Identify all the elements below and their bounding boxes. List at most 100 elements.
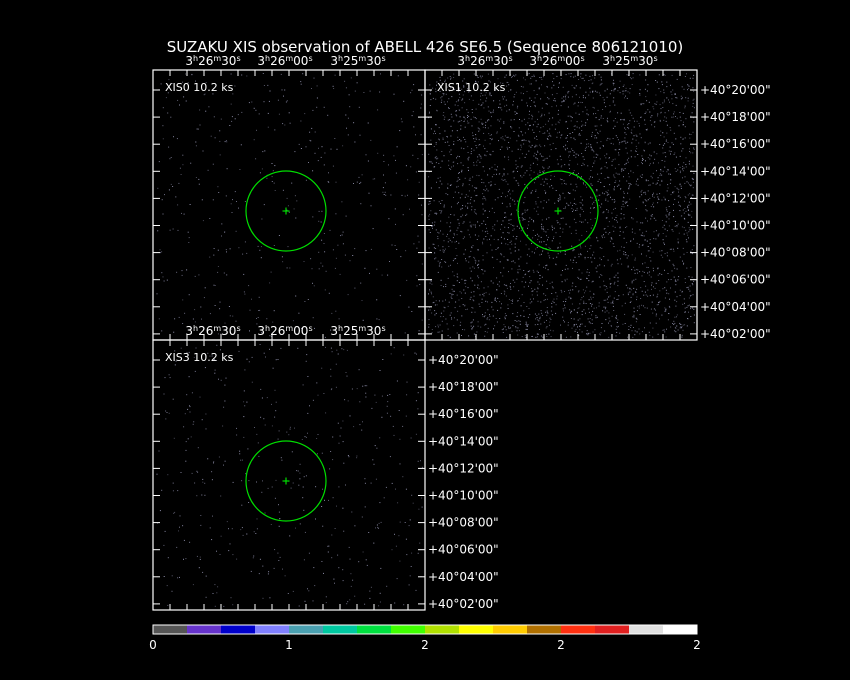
photon-dot: [461, 171, 463, 173]
photon-dot: [274, 497, 276, 499]
photon-dot: [442, 300, 444, 302]
photon-dot: [693, 107, 695, 109]
photon-dot: [441, 259, 443, 260]
photon-dot: [649, 120, 651, 122]
photon-dot: [402, 425, 404, 427]
photon-dot: [470, 250, 472, 252]
photon-dot: [482, 273, 484, 275]
photon-dot: [661, 250, 663, 252]
photon-dot: [240, 529, 242, 531]
photon-dot: [578, 307, 580, 309]
photon-dot: [513, 119, 515, 121]
photon-dot: [163, 393, 165, 395]
photon-dot: [679, 184, 681, 186]
photon-dot: [590, 227, 592, 229]
photon-dot: [580, 101, 582, 103]
photon-dot: [693, 147, 695, 149]
photon-dot: [633, 279, 635, 281]
photon-dot: [399, 560, 401, 562]
photon-dot: [687, 234, 689, 236]
photon-dot: [616, 185, 618, 187]
photon-dot: [606, 194, 608, 196]
photon-dot: [267, 126, 269, 128]
photon-dot: [518, 249, 520, 251]
photon-dot: [249, 330, 250, 332]
photon-dot: [533, 155, 535, 157]
photon-dot: [493, 109, 494, 111]
photon-dot: [302, 486, 304, 488]
photon-dot: [688, 304, 690, 306]
photon-dot: [393, 347, 395, 349]
photon-dot: [431, 283, 433, 285]
photon-dot: [244, 293, 246, 295]
photon-dot: [662, 152, 664, 154]
photon-dot: [531, 335, 533, 337]
photon-dot: [398, 535, 400, 537]
photon-dot: [570, 336, 572, 338]
photon-dot: [439, 76, 441, 78]
photon-dot: [682, 260, 683, 262]
photon-dot: [550, 175, 552, 177]
photon-dot: [615, 219, 617, 221]
photon-dot: [528, 248, 530, 250]
photon-dot: [629, 77, 631, 79]
photon-dot: [597, 265, 599, 267]
photon-dot: [617, 272, 619, 274]
photon-dot: [575, 286, 577, 288]
photon-dot: [613, 230, 615, 232]
photon-dot: [428, 326, 430, 328]
photon-dot: [360, 203, 362, 205]
colorbar-label: 0: [149, 638, 157, 652]
photon-dot: [509, 328, 511, 329]
photon-dot: [636, 269, 638, 271]
photon-dot: [524, 172, 526, 174]
photon-dot: [612, 243, 614, 245]
photon-dot: [579, 329, 581, 331]
photon-dot: [244, 405, 246, 407]
photon-dot: [411, 89, 413, 91]
photon-dot: [536, 246, 538, 248]
photon-dot: [452, 294, 454, 295]
photon-dot: [478, 235, 480, 237]
photon-dot: [486, 331, 488, 333]
photon-dot: [487, 286, 489, 288]
photon-dot: [175, 196, 177, 198]
photon-dot: [505, 74, 507, 76]
photon-dot: [687, 318, 689, 320]
photon-dot: [430, 291, 432, 293]
photon-dot: [379, 502, 381, 504]
colorbar-segment: [663, 625, 698, 634]
photon-dot: [679, 172, 681, 174]
photon-dot: [559, 242, 561, 244]
photon-dot: [668, 150, 670, 152]
photon-dot: [194, 275, 196, 277]
photon-dot: [411, 311, 413, 312]
photon-dot: [546, 310, 548, 312]
photon-dot: [565, 94, 567, 96]
photon-dot: [493, 100, 495, 102]
photon-dot: [520, 166, 522, 168]
photon-dot: [294, 195, 296, 197]
photon-dot: [658, 233, 660, 235]
photon-dot: [230, 203, 232, 205]
photon-dot: [636, 288, 638, 290]
photon-dot: [447, 187, 449, 189]
photon-dot: [485, 185, 487, 187]
photon-dot: [612, 301, 614, 303]
photon-dot: [641, 155, 643, 157]
photon-dot: [531, 118, 533, 120]
photon-dot: [441, 266, 443, 268]
photon-dot: [614, 226, 616, 228]
photon-dot: [418, 181, 420, 183]
photon-dot: [305, 360, 307, 362]
photon-dot: [688, 88, 690, 89]
photon-dot: [672, 143, 674, 145]
photon-dot: [513, 74, 515, 76]
photon-dot: [490, 154, 492, 156]
photon-dot: [478, 288, 480, 290]
photon-dot: [608, 322, 609, 324]
photon-dot: [473, 162, 475, 164]
photon-dot: [550, 135, 552, 137]
photon-dot: [580, 142, 582, 144]
photon-dot: [463, 221, 465, 223]
